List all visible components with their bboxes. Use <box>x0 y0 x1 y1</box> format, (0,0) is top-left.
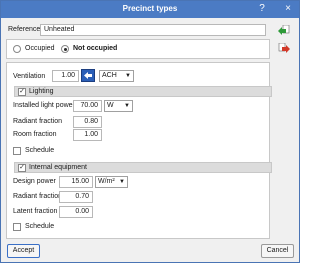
lighting-checkbox[interactable]: ✓ <box>18 88 26 96</box>
lighting-radiant-fraction-label: Radiant fraction <box>13 118 63 125</box>
lighting-schedule-label: Schedule <box>25 147 55 154</box>
equipment-checkbox[interactable]: ✓ <box>18 164 26 172</box>
light-power-unit-value: W <box>107 102 114 109</box>
design-power-input[interactable]: 15.00 <box>59 176 93 188</box>
dialog-window: Precinct types ? × Reference Unheated Oc… <box>0 0 300 263</box>
chevron-down-icon: ▼ <box>119 179 125 185</box>
arrow-left-icon <box>84 72 92 79</box>
reference-input[interactable]: Unheated <box>40 24 266 36</box>
import-icon[interactable] <box>278 24 290 37</box>
installed-light-power-label: Installed light power <box>13 102 75 109</box>
lighting-section-header: ✓ Lighting <box>14 86 272 97</box>
main-panel: Ventilation 1.00 ACH ▼ ✓ Lighting Instal… <box>6 62 272 239</box>
room-fraction-input[interactable]: 1.00 <box>73 129 102 141</box>
equipment-header-label: Internal equipment <box>29 164 87 171</box>
chevron-down-icon: ▼ <box>124 103 130 109</box>
ventilation-unit-value: ACH <box>102 72 117 79</box>
latent-fraction-label: Latent fraction <box>13 208 58 215</box>
occupied-label: Occupied <box>25 45 55 52</box>
occupancy-panel: Occupied Not occupied <box>6 39 270 59</box>
equipment-radiant-fraction-label: Radiant fraction <box>13 193 63 200</box>
ventilation-unit-select[interactable]: ACH ▼ <box>99 70 134 82</box>
equipment-radiant-fraction-input[interactable]: 0.70 <box>59 191 93 203</box>
not-occupied-label: Not occupied <box>73 45 118 52</box>
light-power-unit-select[interactable]: W ▼ <box>104 100 133 112</box>
lighting-header-label: Lighting <box>29 88 54 95</box>
chevron-down-icon: ▼ <box>125 73 131 79</box>
installed-light-power-input[interactable]: 70.00 <box>73 100 102 112</box>
not-occupied-radio[interactable] <box>61 45 69 53</box>
lighting-radiant-fraction-input[interactable]: 0.80 <box>73 116 102 128</box>
design-power-unit-select[interactable]: W/m² ▼ <box>95 176 128 188</box>
arrow-left-button[interactable] <box>81 69 95 82</box>
close-button[interactable]: × <box>281 2 295 16</box>
ventilation-input[interactable]: 1.00 <box>52 70 79 82</box>
room-fraction-label: Room fraction <box>13 131 57 138</box>
accept-button[interactable]: Accept <box>7 244 40 258</box>
occupied-radio[interactable] <box>13 45 21 53</box>
design-power-unit-value: W/m² <box>98 178 115 185</box>
export-icon[interactable] <box>278 42 290 55</box>
help-button[interactable]: ? <box>255 2 269 16</box>
ventilation-label: Ventilation <box>13 73 46 80</box>
reference-label: Reference <box>8 26 41 33</box>
equipment-schedule-checkbox[interactable] <box>13 223 21 231</box>
equipment-schedule-label: Schedule <box>25 223 55 230</box>
lighting-schedule-checkbox[interactable] <box>13 147 21 155</box>
design-power-label: Design power <box>13 178 56 185</box>
equipment-section-header: ✓ Internal equipment <box>14 162 272 173</box>
latent-fraction-input[interactable]: 0.00 <box>59 206 93 218</box>
cancel-button[interactable]: Cancel <box>261 244 294 258</box>
title-bar: Precinct types ? × <box>1 1 299 18</box>
